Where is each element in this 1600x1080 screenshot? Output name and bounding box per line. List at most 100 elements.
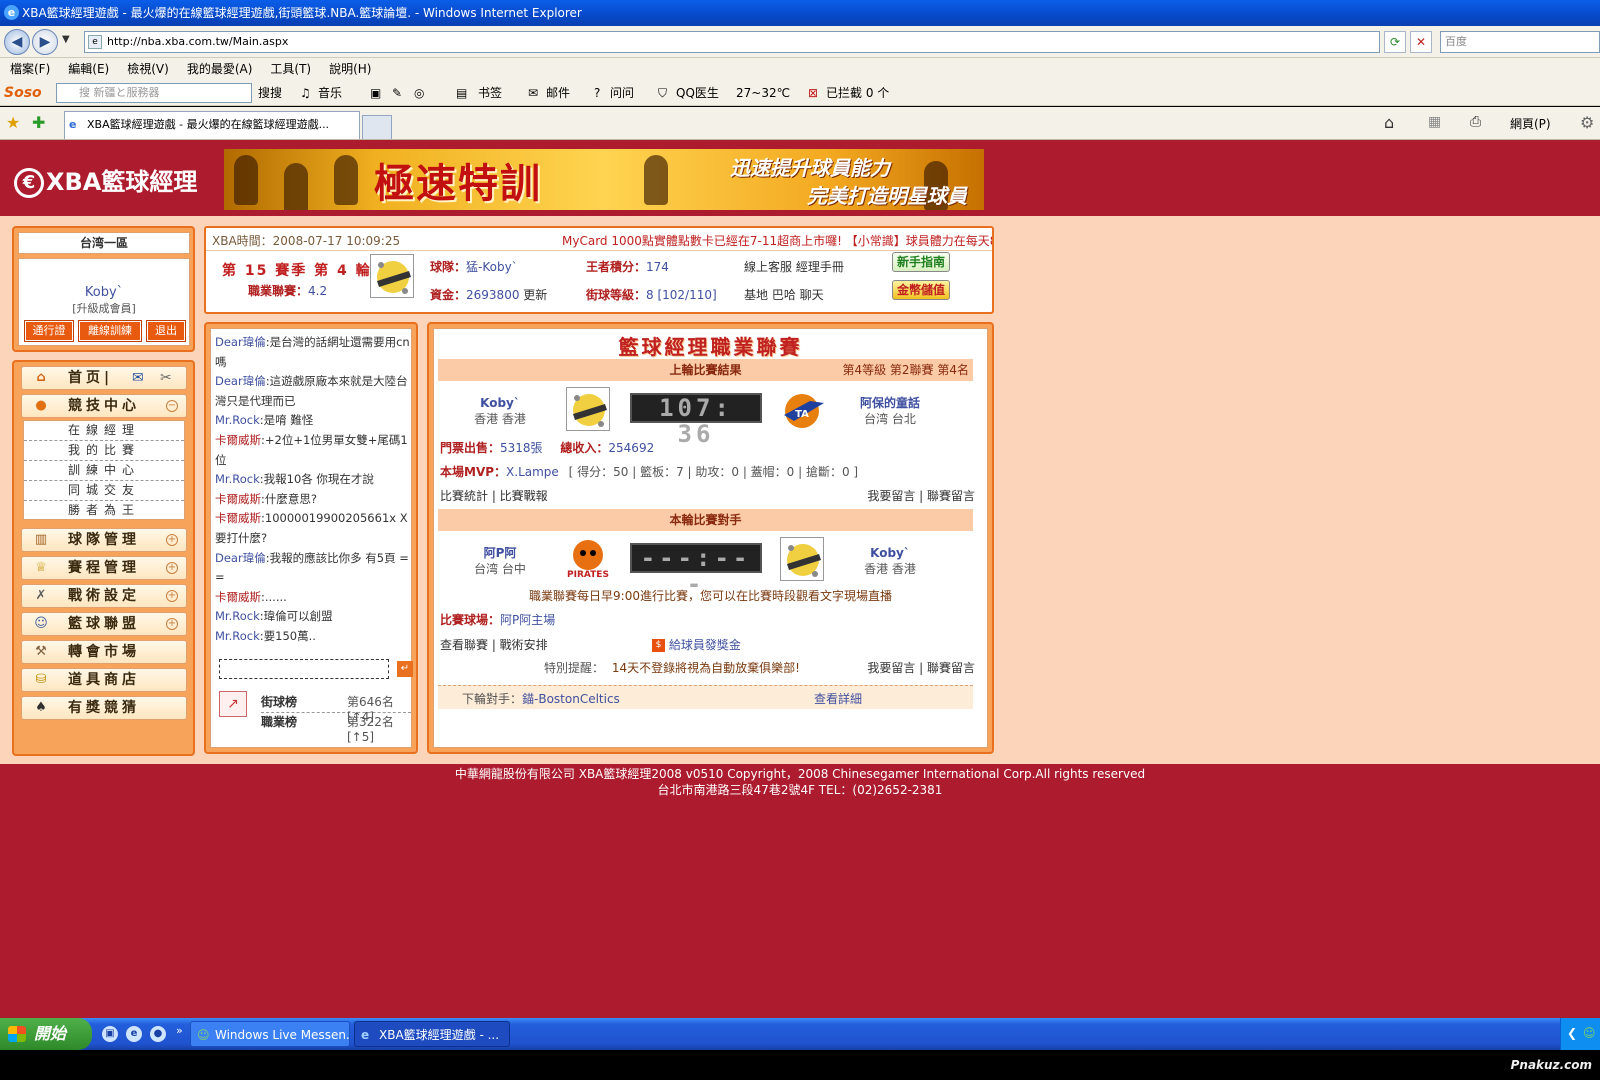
chat-user[interactable]: 卡爾威斯 — [215, 590, 261, 604]
mvp-player[interactable]: X.Lampe — [506, 465, 559, 479]
gold-recharge-button[interactable]: 金幣儲值 — [892, 280, 950, 300]
chat-input[interactable] — [219, 659, 389, 679]
stop-icon[interactable]: ✕ — [1410, 31, 1432, 53]
chat-user[interactable]: Mr.Rock — [215, 609, 260, 623]
translate-icon[interactable]: ◎ — [414, 80, 424, 105]
qq-doctor-button[interactable]: QQ医生 — [676, 80, 719, 105]
browser-tab-xba[interactable]: e XBA籃球經理遊戲 - 最火爆的在線籃球經理遊戲... — [64, 111, 360, 139]
expand-icon[interactable]: + — [166, 590, 178, 602]
street-rank-row[interactable]: 街球榜 第646名[↑4] — [261, 693, 411, 724]
tools-gear-icon[interactable]: ⚙ — [1580, 113, 1594, 132]
chat-user[interactable]: 卡爾威斯 — [215, 433, 261, 447]
ask-button[interactable]: 问问 — [610, 80, 634, 105]
quicklaunch-more-icon[interactable]: » — [176, 1024, 183, 1037]
pro-rank-row[interactable]: 職業榜 第322名[↑5] — [261, 713, 411, 744]
history-dropdown-icon[interactable]: ▼ — [62, 34, 70, 45]
team-name[interactable]: 猛-Koby` — [466, 260, 518, 274]
news-ticker[interactable]: MyCard 1000點實體點數卡已經在7-11超商上市囉! 【小常識】球員體力… — [562, 232, 992, 249]
logout-button[interactable]: 退出 — [146, 320, 186, 342]
promo-banner[interactable]: 極速特訓 迅速提升球員能力 完美打造明星球員 — [224, 149, 984, 210]
puzzle-icon[interactable]: ▣ — [370, 80, 381, 105]
chat-user[interactable]: Dear瑋倫 — [215, 551, 266, 565]
money-update-link[interactable]: 更新 — [523, 288, 547, 302]
chat-send-icon[interactable]: ↵ — [397, 661, 413, 677]
chat-user[interactable]: Mr.Rock — [215, 629, 260, 643]
print-icon[interactable]: ⎙ — [1470, 114, 1481, 130]
player-bonus-link[interactable]: $ 給球員發獎金 — [652, 636, 741, 653]
menu-favorites[interactable]: 我的最愛(A) — [187, 58, 253, 80]
newbie-guide-button[interactable]: 新手指南 — [892, 252, 950, 272]
mail-icon[interactable]: ✉ — [132, 367, 144, 389]
search-input[interactable]: 百度 — [1440, 31, 1600, 53]
menu-file[interactable]: 檔案(F) — [10, 58, 50, 80]
last-game-links[interactable]: 比賽統計 | 比賽戰報 — [440, 487, 548, 504]
expand-icon[interactable]: + — [166, 534, 178, 546]
pen-icon[interactable]: ✎ — [392, 80, 402, 105]
weather-text[interactable]: 27~32℃ — [736, 80, 790, 105]
submenu-city-friends[interactable]: 同城交友 — [24, 481, 184, 501]
tools-icon[interactable]: ✂ — [160, 367, 172, 389]
nav-competition-center[interactable]: ● 競技中心 − — [21, 394, 187, 418]
nav-transfer-market[interactable]: ⚒ 轉會市場 — [21, 640, 187, 664]
menu-help[interactable]: 說明(H) — [329, 58, 371, 80]
view-details-link[interactable]: 查看詳細 — [814, 690, 862, 707]
new-tab-button[interactable] — [362, 115, 392, 139]
music-button[interactable]: 音乐 — [318, 80, 342, 105]
expand-icon[interactable]: + — [166, 618, 178, 630]
nav-team-management[interactable]: ▥ 球隊管理 + — [21, 528, 187, 552]
nav-schedule-management[interactable]: ♕ 賽程管理 + — [21, 556, 187, 580]
tray-expand-icon[interactable]: ❮ — [1567, 1026, 1577, 1040]
mail-button[interactable]: 邮件 — [546, 80, 570, 105]
next-comment-links[interactable]: 我要留言 | 聯賽留言 — [867, 659, 975, 676]
next-away-name[interactable]: Koby` — [840, 545, 940, 561]
url-input[interactable]: e http://nba.xba.com.tw/Main.aspx — [84, 31, 1380, 53]
submenu-my-games[interactable]: 我的比賽 — [24, 441, 184, 461]
back-button[interactable]: ◀ — [4, 29, 30, 55]
soso-search-button[interactable]: 搜搜 — [258, 80, 282, 105]
next-opponent-value[interactable]: 錨-BostonCeltics — [522, 692, 620, 706]
chat-user[interactable]: Dear瑋倫 — [215, 374, 266, 388]
page-menu-button[interactable]: 網頁(P) — [1510, 115, 1551, 132]
upgrade-member-link[interactable]: [升級成會員] — [19, 300, 189, 316]
quicklaunch-desktop-icon[interactable]: ▣ — [102, 1026, 118, 1042]
nav-tactics-settings[interactable]: ✗ 戰術設定 + — [21, 584, 187, 608]
nav-item-shop[interactable]: ⛁ 道具商店 — [21, 668, 187, 692]
quicklaunch-media-icon[interactable]: ● — [150, 1026, 166, 1042]
offline-training-button[interactable]: 離線訓練 — [78, 320, 142, 342]
last-away-name[interactable]: 阿保的童話 — [840, 395, 940, 411]
favorites-star-icon[interactable]: ★ — [6, 113, 20, 132]
submenu-online-manager[interactable]: 在線經理 — [24, 421, 184, 441]
last-comment-links[interactable]: 我要留言 | 聯賽留言 — [867, 487, 975, 504]
collapse-icon[interactable]: − — [166, 400, 178, 412]
feeds-icon[interactable]: ▦ — [1428, 114, 1441, 130]
start-button[interactable]: 開始 — [0, 1018, 92, 1050]
expand-icon[interactable]: + — [166, 562, 178, 574]
taskbar-ie-xba[interactable]: e XBA籃球經理遊戲 - ... — [354, 1021, 510, 1047]
refresh-icon[interactable]: ⟳ — [1384, 31, 1406, 53]
taskbar-messenger[interactable]: ☺ Windows Live Messen... — [190, 1021, 350, 1047]
chat-user[interactable]: 卡爾威斯 — [215, 511, 261, 525]
quicklaunch-ie-icon[interactable]: e — [126, 1026, 142, 1042]
passport-button[interactable]: 通行證 — [24, 320, 74, 342]
nav-prize-quiz[interactable]: ♠ 有獎競猜 — [21, 696, 187, 720]
forward-button[interactable]: ▶ — [32, 29, 58, 55]
menu-edit[interactable]: 編輯(E) — [68, 58, 109, 80]
last-home-name[interactable]: Koby` — [450, 395, 550, 411]
add-favorite-icon[interactable]: ✚ — [32, 113, 45, 132]
nav-basketball-league[interactable]: ☺ 籃球聯盟 + — [21, 612, 187, 636]
soso-search-input[interactable]: 搜 新疆と服務器 — [56, 83, 252, 103]
home-icon[interactable]: ⌂ — [1384, 113, 1394, 132]
support-links[interactable]: 線上客服 經理手冊 — [744, 258, 844, 275]
bookmark-button[interactable]: 书签 — [478, 80, 502, 105]
nav-home[interactable]: ⌂ 首页| ✉ ✂ — [21, 366, 187, 390]
menu-view[interactable]: 檢視(V) — [127, 58, 169, 80]
submenu-winner-king[interactable]: 勝者為王 — [24, 501, 184, 521]
xba-logo[interactable]: € XBA籃球經理 — [14, 162, 197, 198]
chat-user[interactable]: 卡爾威斯 — [215, 492, 261, 506]
next-game-links[interactable]: 查看聯賽 | 戰術安排 — [440, 636, 548, 653]
popup-blocked-text[interactable]: 已拦截 0 个 — [826, 80, 889, 105]
chat-user[interactable]: Mr.Rock — [215, 413, 260, 427]
submenu-training-center[interactable]: 訓練中心 — [24, 461, 184, 481]
menu-tools[interactable]: 工具(T) — [270, 58, 311, 80]
chat-user[interactable]: Dear瑋倫 — [215, 335, 266, 349]
